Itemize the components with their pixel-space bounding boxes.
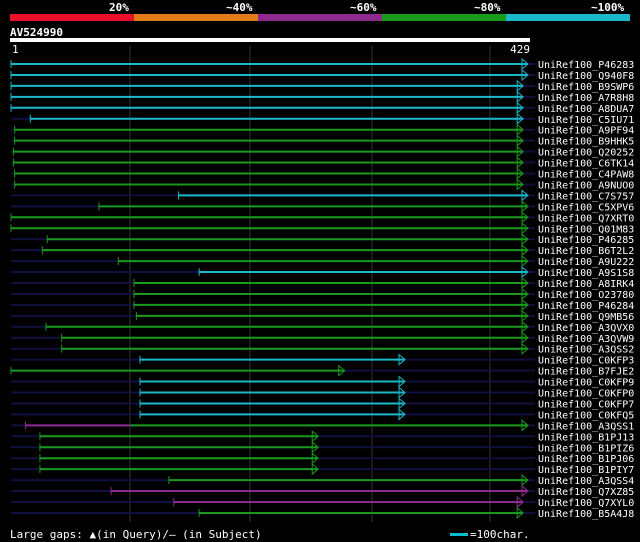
hit-row[interactable]: UniRef100_Q7XRT0 [10, 211, 634, 224]
hit-row[interactable]: UniRef100_C5XPV6 [11, 200, 634, 213]
gaps-legend: Large gaps: ▲(in Query)/– (in Subject) [10, 528, 262, 541]
hit-name-link[interactable]: UniRef100_A7R8H8 [538, 93, 634, 104]
hit-row[interactable]: UniRef100_A8DUA7 [10, 101, 634, 115]
hit-row[interactable]: UniRef100_A3QSS4 [11, 474, 634, 487]
hit-name-link[interactable]: UniRef100_C0KFP9 [538, 378, 634, 389]
scale-label: =100char. [470, 528, 530, 541]
hit-row[interactable]: UniRef100_C0KFP3 [11, 353, 634, 367]
hit-row[interactable]: UniRef100_C0KFP0 [11, 386, 634, 400]
hit-name-link[interactable]: UniRef100_C6TK14 [538, 159, 634, 170]
hit-row[interactable]: UniRef100_C0KFP9 [11, 375, 634, 389]
hit-alignment-panel: UniRef100_P46283UniRef100_Q940F8UniRef10… [10, 46, 634, 522]
hit-row[interactable]: UniRef100_B6T2L2 [11, 244, 634, 257]
hit-name-link[interactable]: UniRef100_B9SWP6 [538, 82, 634, 93]
hit-row[interactable]: UniRef100_C0KFP7 [11, 397, 634, 410]
hit-name-link[interactable]: UniRef100_A9U222 [538, 257, 634, 268]
hit-row[interactable]: UniRef100_A9PF94 [11, 123, 634, 137]
hit-row[interactable]: UniRef100_B7FJE2 [10, 364, 634, 378]
hit-name-link[interactable]: UniRef100_A8DUA7 [538, 104, 634, 115]
hit-row[interactable]: UniRef100_B9SWP6 [10, 79, 634, 93]
hit-name-link[interactable]: UniRef100_A3QSS2 [538, 345, 634, 356]
hit-name-link[interactable]: UniRef100_B6T2L2 [538, 246, 634, 257]
hit-name-link[interactable]: UniRef100_P46284 [538, 301, 634, 312]
hit-name-link[interactable]: UniRef100_C0KFP0 [538, 389, 634, 400]
hit-name-link[interactable]: UniRef100_P46283 [538, 60, 634, 71]
hit-name-link[interactable]: UniRef100_C0KFP3 [538, 356, 634, 367]
hit-row[interactable]: UniRef100_Q20252 [11, 145, 634, 159]
hit-row[interactable]: UniRef100_A8IRK4 [11, 276, 634, 290]
hit-row[interactable]: UniRef100_Q940F8 [10, 68, 634, 82]
hit-row[interactable]: UniRef100_P46283 [10, 57, 634, 71]
hit-name-link[interactable]: UniRef100_C5XPV6 [538, 202, 634, 213]
hit-name-link[interactable]: UniRef100_C0KFQ5 [538, 410, 634, 421]
hit-name-link[interactable]: UniRef100_B5A4J8 [538, 509, 634, 520]
hit-row[interactable]: UniRef100_A3QVW9 [11, 331, 634, 345]
hit-row[interactable]: UniRef100_B1PJ13 [11, 430, 634, 443]
hit-name-link[interactable]: UniRef100_A9PF94 [538, 126, 634, 137]
hit-name-link[interactable]: UniRef100_P46285 [538, 235, 634, 246]
hit-name-link[interactable]: UniRef100_C4PAW8 [538, 170, 634, 181]
hit-name-link[interactable]: UniRef100_A9S1S8 [538, 268, 634, 279]
hit-row[interactable]: UniRef100_C0KFQ5 [11, 408, 634, 421]
hit-row[interactable]: UniRef100_A9U222 [11, 255, 634, 268]
hit-name-link[interactable]: UniRef100_A8IRK4 [538, 279, 634, 290]
hit-row[interactable]: UniRef100_Q9MB56 [11, 309, 634, 323]
hit-name-link[interactable]: UniRef100_A3QSS1 [538, 421, 634, 432]
hit-row[interactable]: UniRef100_A9S1S8 [11, 265, 634, 279]
hit-name-link[interactable]: UniRef100_B1PIY7 [538, 465, 634, 476]
hit-name-link[interactable]: UniRef100_Q9MB56 [538, 312, 634, 323]
hit-name-link[interactable]: UniRef100_B1PIZ6 [538, 443, 634, 454]
hit-row[interactable]: UniRef100_C5IU71 [11, 112, 634, 126]
hit-name-link[interactable]: UniRef100_Q20252 [538, 148, 634, 159]
hit-name-link[interactable]: UniRef100_O23780 [538, 290, 634, 301]
scale-bar [450, 533, 468, 536]
hit-name-link[interactable]: UniRef100_Q01M83 [538, 224, 634, 235]
hit-name-link[interactable]: UniRef100_C0KFP7 [538, 399, 634, 410]
hit-row[interactable]: UniRef100_B5A4J8 [11, 506, 634, 520]
hit-name-link[interactable]: UniRef100_Q7XZ85 [538, 487, 634, 498]
hit-row[interactable]: UniRef100_B1PIY7 [11, 463, 634, 476]
hit-row[interactable]: UniRef100_C6TK14 [11, 156, 634, 170]
hit-name-link[interactable]: UniRef100_B1PJ06 [538, 454, 634, 465]
hit-name-link[interactable]: UniRef100_B7FJE2 [538, 367, 634, 378]
hit-name-link[interactable]: UniRef100_Q7XRT0 [538, 213, 634, 224]
hit-name-link[interactable]: UniRef100_C7S757 [538, 191, 634, 202]
hit-row[interactable]: UniRef100_C4PAW8 [11, 167, 634, 181]
hit-row[interactable]: UniRef100_O23780 [11, 287, 634, 301]
hit-row[interactable]: UniRef100_A7R8H8 [10, 90, 634, 104]
hit-name-link[interactable]: UniRef100_B9HHK5 [538, 137, 634, 148]
hit-row[interactable]: UniRef100_Q7XZ85 [11, 484, 634, 498]
hit-row[interactable]: UniRef100_B9HHK5 [11, 134, 634, 148]
hit-name-link[interactable]: UniRef100_A3QVW9 [538, 334, 634, 345]
hit-row[interactable]: UniRef100_A3QSS2 [11, 342, 634, 356]
hit-name-link[interactable]: UniRef100_A3QVX0 [538, 323, 634, 334]
hit-row[interactable]: UniRef100_B1PIZ6 [11, 441, 634, 454]
hit-name-link[interactable]: UniRef100_Q7XYL0 [538, 498, 634, 509]
hit-name-link[interactable]: UniRef100_A9NUO0 [538, 180, 634, 191]
hit-row[interactable]: UniRef100_C7S757 [11, 189, 634, 202]
hit-name-link[interactable]: UniRef100_Q940F8 [538, 71, 634, 82]
hit-name-link[interactable]: UniRef100_A3QSS4 [538, 476, 634, 487]
hit-row[interactable]: UniRef100_A9NUO0 [11, 178, 634, 191]
hit-name-link[interactable]: UniRef100_C5IU71 [538, 115, 634, 126]
hit-row[interactable]: UniRef100_P46285 [11, 233, 634, 246]
hit-name-link[interactable]: UniRef100_B1PJ13 [538, 432, 634, 443]
hit-row[interactable]: UniRef100_A3QSS1 [11, 419, 634, 432]
hit-row[interactable]: UniRef100_B1PJ06 [11, 452, 634, 465]
hit-row[interactable]: UniRef100_P46284 [11, 298, 634, 312]
hit-row[interactable]: UniRef100_A3QVX0 [11, 320, 634, 334]
hit-row[interactable]: UniRef100_Q7XYL0 [11, 495, 634, 509]
hit-row[interactable]: UniRef100_Q01M83 [10, 222, 634, 235]
